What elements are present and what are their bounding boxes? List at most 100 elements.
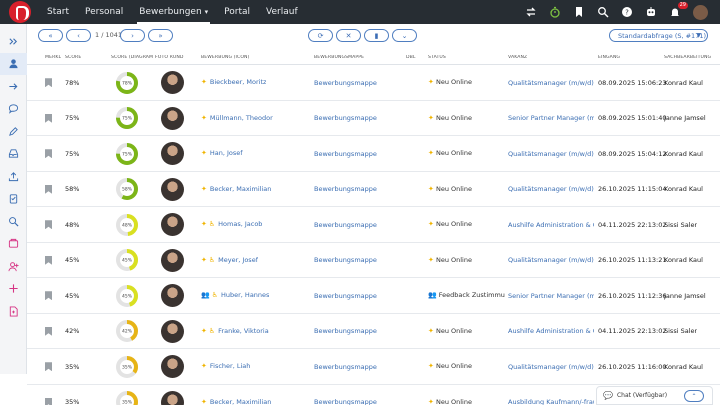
applicant-name[interactable]: Becker, Maximilian xyxy=(210,398,271,405)
nav-verlauf[interactable]: Verlauf xyxy=(266,0,298,24)
table-row[interactable]: 45% 45% 👥 ♿ Huber, Hannes Bewerbungsmappe … xyxy=(27,278,720,314)
application-folder-link[interactable]: Bewerbungsmappe xyxy=(314,185,377,193)
search-icon[interactable] xyxy=(597,6,609,18)
bookmark-icon[interactable] xyxy=(573,6,585,18)
bookmark-toggle-icon[interactable] xyxy=(45,291,52,301)
applicant-name[interactable]: Bieckbeer, Moritz xyxy=(210,78,267,86)
expand-icon[interactable] xyxy=(0,30,27,53)
col-score[interactable]: SCORE xyxy=(65,55,81,60)
table-row[interactable]: 78% 78% ✦ Bieckbeer, Moritz Bewerbungsmap… xyxy=(27,65,720,101)
bookmark-toggle-icon[interactable] xyxy=(45,255,52,265)
app-logo[interactable] xyxy=(9,1,31,23)
applicant-name[interactable]: Fischer, Liah xyxy=(210,362,251,370)
query-select[interactable]: Standardabfrage (S, #171) ▼ xyxy=(609,29,708,42)
last-page-button[interactable]: » xyxy=(148,29,173,42)
table-row[interactable]: 45% 45% ✦ ♿ Meyer, Josef Bewerbungsmappe ✦… xyxy=(27,243,720,278)
application-folder-link[interactable]: Bewerbungsmappe xyxy=(314,363,377,371)
table-row[interactable]: 75% 75% ✦ Müllmann, Theodor Bewerbungsmap… xyxy=(27,101,720,136)
nav-portal[interactable]: Portal xyxy=(224,0,250,24)
forms-icon[interactable] xyxy=(0,233,27,256)
applicant-name[interactable]: Han, Josef xyxy=(210,149,243,157)
applicant-name[interactable]: Meyer, Josef xyxy=(218,256,258,264)
vacancy-link[interactable]: Aushilfe Administration & Offi xyxy=(508,327,594,335)
user-icon[interactable] xyxy=(0,52,27,75)
bookmark-toggle-icon[interactable] xyxy=(45,220,52,230)
applicant-cell[interactable]: ✦ Müllmann, Theodor xyxy=(201,114,273,122)
edit-icon[interactable] xyxy=(0,120,27,143)
vacancy-link[interactable]: Ausbildung Kaufmann/-frau f xyxy=(508,398,594,405)
candidate-photo[interactable] xyxy=(161,177,184,201)
refresh-button[interactable]: ⟳ xyxy=(308,29,333,42)
applicant-name[interactable]: Becker, Maximilian xyxy=(210,185,271,193)
applicant-name[interactable]: Huber, Hannes xyxy=(221,291,269,299)
applicant-cell[interactable]: ✦ ♿ Homas, Jacob xyxy=(201,220,262,228)
bookmark-toggle-icon[interactable] xyxy=(45,113,52,123)
table-row[interactable]: 48% 48% ✦ ♿ Homas, Jacob Bewerbungsmappe ✦… xyxy=(27,207,720,243)
add-user-icon[interactable] xyxy=(0,255,27,278)
nav-bewerbungen[interactable]: Bewerbungen ▾ xyxy=(137,0,211,24)
applicant-cell[interactable]: ✦ Becker, Maximilian xyxy=(201,398,271,405)
nav-start[interactable]: Start xyxy=(47,0,69,24)
col-bewerbung[interactable]: BEWERBUNG (ICON) xyxy=(201,55,249,60)
bookmark-toggle-icon[interactable] xyxy=(45,362,52,372)
applicant-cell[interactable]: ✦ Han, Josef xyxy=(201,149,243,157)
candidate-photo[interactable] xyxy=(161,355,184,379)
search-person-icon[interactable] xyxy=(0,210,27,233)
candidate-photo[interactable] xyxy=(161,284,184,308)
user-avatar[interactable] xyxy=(693,4,708,20)
swap-icon[interactable] xyxy=(525,6,537,18)
arrow-right-icon[interactable] xyxy=(0,75,27,98)
notification-bell-icon[interactable]: 29 xyxy=(669,2,688,18)
table-row[interactable]: 35% 35% ✦ Fischer, Liah Bewerbungsmappe ✦… xyxy=(27,349,720,385)
vacancy-link[interactable]: Qualitätsmanager (m/w/d) xyxy=(508,79,594,87)
application-folder-link[interactable]: Bewerbungsmappe xyxy=(314,221,377,229)
clear-button[interactable]: ✕ xyxy=(336,29,361,42)
vacancy-link[interactable]: Qualitätsmanager (m/w/d) xyxy=(508,185,594,193)
table-row[interactable]: 58% 58% ✦ Becker, Maximilian Bewerbungsma… xyxy=(27,172,720,207)
applicant-cell[interactable]: ✦ Fischer, Liah xyxy=(201,362,250,370)
help-icon[interactable]: ? xyxy=(621,6,633,18)
document-icon[interactable] xyxy=(0,300,27,323)
table-row[interactable]: 42% 42% ✦ ♿ Franke, Viktoria Bewerbungsmap… xyxy=(27,314,720,349)
applicant-cell[interactable]: ✦ ♿ Meyer, Josef xyxy=(201,256,258,264)
applicant-cell[interactable]: 👥 ♿ Huber, Hannes xyxy=(201,291,269,299)
application-folder-link[interactable]: Bewerbungsmappe xyxy=(314,398,377,405)
col-eingang[interactable]: EINGANG xyxy=(598,55,620,60)
vacancy-link[interactable]: Senior Partner Manager (m/w/d) xyxy=(508,114,594,122)
candidate-photo[interactable] xyxy=(161,248,184,272)
robot-icon[interactable] xyxy=(645,6,657,18)
col-score-chart[interactable]: SCORE (DIAGRAMM) xyxy=(111,55,153,60)
applicant-cell[interactable]: ✦ ♿ Franke, Viktoria xyxy=(201,327,269,335)
upload-icon[interactable] xyxy=(0,165,27,188)
applicant-cell[interactable]: ✦ Becker, Maximilian xyxy=(201,185,271,193)
col-dbl[interactable]: DBL xyxy=(406,55,416,60)
first-page-button[interactable]: « xyxy=(38,29,63,42)
inbox-icon[interactable] xyxy=(0,143,27,166)
col-mappe[interactable]: BEWERBUNGSMAPPE xyxy=(314,55,364,60)
col-merkl[interactable]: MERKL xyxy=(45,55,61,60)
bookmark-toggle-icon[interactable] xyxy=(45,184,52,194)
plus-icon[interactable] xyxy=(0,278,27,301)
col-status[interactable]: STATUS xyxy=(428,55,446,60)
application-folder-link[interactable]: Bewerbungsmappe xyxy=(314,114,377,122)
col-vakanz[interactable]: VAKANZ xyxy=(508,55,527,60)
chat-widget[interactable]: 💬 Chat (Verfügbar) ⌃ xyxy=(596,386,713,405)
clipboard-icon[interactable] xyxy=(0,188,27,211)
application-folder-link[interactable]: Bewerbungsmappe xyxy=(314,256,377,264)
chat-expand-button[interactable]: ⌃ xyxy=(684,390,704,402)
nav-personal[interactable]: Personal xyxy=(85,0,123,24)
vacancy-link[interactable]: Qualitätsmanager (m/w/d) xyxy=(508,256,594,264)
application-folder-link[interactable]: Bewerbungsmappe xyxy=(314,79,377,87)
candidate-photo[interactable] xyxy=(161,71,184,95)
next-page-button[interactable]: › xyxy=(120,29,145,42)
col-foto[interactable]: FOTO RUND xyxy=(155,55,184,60)
application-folder-link[interactable]: Bewerbungsmappe xyxy=(314,150,377,158)
applicant-cell[interactable]: ✦ Bieckbeer, Moritz xyxy=(201,78,266,86)
timer-icon[interactable] xyxy=(549,6,561,18)
application-folder-link[interactable]: Bewerbungsmappe xyxy=(314,292,377,300)
bookmark-filter-button[interactable]: ▮ xyxy=(364,29,389,42)
candidate-photo[interactable] xyxy=(161,390,184,405)
bookmark-toggle-icon[interactable] xyxy=(45,78,52,88)
candidate-photo[interactable] xyxy=(161,319,184,343)
applicant-name[interactable]: Franke, Viktoria xyxy=(218,327,269,335)
